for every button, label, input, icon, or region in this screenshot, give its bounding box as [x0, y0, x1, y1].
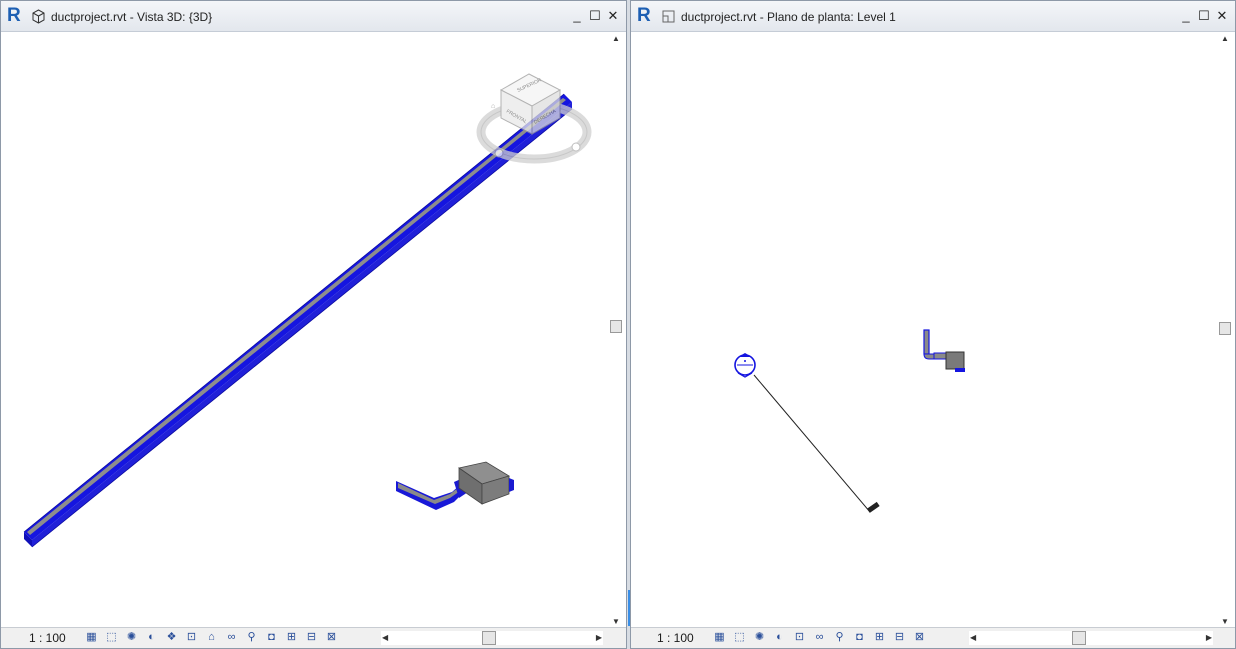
- vertical-scrollbar[interactable]: ▲ ▼: [1218, 32, 1233, 628]
- design-options-icon[interactable]: ⊟: [891, 630, 908, 645]
- horizontal-scroll-thumb[interactable]: [1072, 631, 1086, 645]
- crop-view-icon[interactable]: ⊡: [791, 630, 808, 645]
- horizontal-scroll-thumb[interactable]: [482, 631, 496, 645]
- design-options-icon[interactable]: ⊟: [303, 630, 320, 645]
- scroll-right-arrow-icon[interactable]: ▶: [596, 631, 602, 645]
- rendering-icon[interactable]: ❖: [163, 630, 180, 645]
- plan-drawing-canvas[interactable]: [634, 32, 1219, 628]
- viewcube-home-icon[interactable]: ⌂: [491, 103, 495, 110]
- scale-selector[interactable]: 1 : 100: [657, 631, 694, 645]
- scroll-right-arrow-icon[interactable]: ▶: [1206, 631, 1212, 645]
- horizontal-scrollbar[interactable]: ◀ ▶: [969, 631, 1213, 645]
- minimize-button[interactable]: _: [1179, 8, 1193, 23]
- highlight-displacement-icon[interactable]: ⊠: [911, 630, 928, 645]
- duct-elbow-assembly[interactable]: [396, 461, 514, 510]
- window-title: ductproject.rvt - Plano de planta: Level…: [681, 10, 896, 24]
- viewcube[interactable]: SUPERIOR FRONTAL DERECHA ⌂: [476, 73, 592, 164]
- worksharing-icon[interactable]: ⊞: [283, 630, 300, 645]
- scroll-thumb[interactable]: [610, 320, 622, 333]
- 3d-drawing-canvas[interactable]: SUPERIOR FRONTAL DERECHA ⌂: [4, 32, 607, 628]
- revit-logo-icon: R: [637, 5, 651, 26]
- shadows-icon[interactable]: ◐: [143, 630, 160, 645]
- vertical-scrollbar[interactable]: ▲ ▼: [609, 32, 624, 628]
- horizontal-scrollbar[interactable]: ◀ ▶: [381, 631, 603, 645]
- sun-path-icon[interactable]: ✺: [751, 630, 768, 645]
- scroll-up-arrow-icon[interactable]: ▲: [1221, 34, 1229, 43]
- window-title: ductproject.rvt - Vista 3D: {3D}: [51, 10, 213, 24]
- highlight-displacement-icon[interactable]: ⊠: [323, 630, 340, 645]
- floor-plan-view[interactable]: [634, 32, 1221, 630]
- show-crop-icon[interactable]: ∞: [811, 630, 828, 645]
- 3d-model-view[interactable]: SUPERIOR FRONTAL DERECHA ⌂: [4, 32, 609, 630]
- floor-plan-view-icon: [662, 10, 675, 23]
- visual-style-icon[interactable]: ⬚: [103, 630, 120, 645]
- view-window-3d[interactable]: R ductproject.rvt - Vista 3D: {3D} _ ☐ ✕: [0, 0, 627, 649]
- scroll-thumb[interactable]: [1219, 322, 1231, 335]
- crop-view-icon[interactable]: ⊡: [183, 630, 200, 645]
- show-crop-icon[interactable]: ⌂: [203, 630, 220, 645]
- revit-logo-icon: R: [7, 5, 21, 26]
- maximize-button[interactable]: ☐: [588, 8, 602, 23]
- worksharing-icon[interactable]: ⊞: [871, 630, 888, 645]
- close-button[interactable]: ✕: [1215, 8, 1229, 23]
- title-bar[interactable]: R ductproject.rvt - Vista 3D: {3D} _ ☐ ✕: [1, 1, 626, 32]
- temporary-hide-icon[interactable]: ⚲: [243, 630, 260, 645]
- visual-style-icon[interactable]: ⬚: [731, 630, 748, 645]
- plan-duct-assembly[interactable]: [923, 329, 965, 372]
- temporary-hide-icon[interactable]: ⚲: [831, 630, 848, 645]
- close-button[interactable]: ✕: [606, 8, 620, 23]
- 3d-view-icon: [32, 9, 45, 24]
- scale-selector[interactable]: 1 : 100: [29, 631, 66, 645]
- scroll-left-arrow-icon[interactable]: ◀: [382, 631, 388, 645]
- reveal-hidden-icon[interactable]: ◘: [851, 630, 868, 645]
- title-bar[interactable]: R ductproject.rvt - Plano de planta: Lev…: [631, 1, 1235, 32]
- view-control-bar: 1 : 100 ▦ ⬚ ✺ ◐ ⊡ ∞ ⚲ ◘ ⊞ ⊟ ⊠ ◀ ▶: [631, 627, 1235, 648]
- reveal-hidden-icon[interactable]: ◘: [263, 630, 280, 645]
- shadows-icon[interactable]: ◐: [771, 630, 788, 645]
- scroll-down-arrow-icon[interactable]: ▼: [1221, 617, 1229, 626]
- detail-level-icon[interactable]: ▦: [83, 630, 100, 645]
- scroll-up-arrow-icon[interactable]: ▲: [612, 34, 620, 43]
- scroll-left-arrow-icon[interactable]: ◀: [970, 631, 976, 645]
- sun-path-icon[interactable]: ✺: [123, 630, 140, 645]
- scroll-down-arrow-icon[interactable]: ▼: [612, 617, 620, 626]
- minimize-button[interactable]: _: [570, 8, 584, 23]
- unlock-3d-icon[interactable]: ∞: [223, 630, 240, 645]
- detail-level-icon[interactable]: ▦: [711, 630, 728, 645]
- section-marker[interactable]: [734, 353, 880, 513]
- view-window-floor-plan[interactable]: R ductproject.rvt - Plano de planta: Lev…: [630, 0, 1236, 649]
- maximize-button[interactable]: ☐: [1197, 8, 1211, 23]
- view-control-bar: 1 : 100 ▦ ⬚ ✺ ◐ ❖ ⊡ ⌂ ∞ ⚲ ◘ ⊞ ⊟ ⊠ ◀ ▶: [1, 627, 626, 648]
